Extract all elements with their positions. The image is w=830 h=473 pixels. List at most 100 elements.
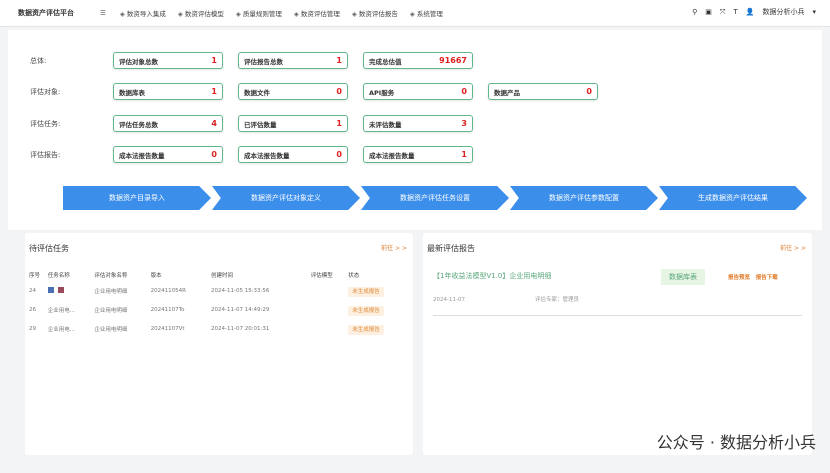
- status-badge: 未生成报告: [348, 305, 384, 316]
- report-expert: 评估专家：管理员: [534, 297, 579, 303]
- stat-label: 数据产品: [494, 88, 520, 97]
- stat-label: API服务: [369, 88, 395, 97]
- manage-icon: ◈: [293, 10, 299, 18]
- table-cell: 26: [29, 306, 36, 313]
- menu-item-6[interactable]: ◈ 系统管理: [410, 8, 443, 18]
- row-label: 评估任务:: [30, 120, 61, 128]
- stat-label: 成本法报告数量: [244, 151, 290, 160]
- menu-item-2[interactable]: ◈ 数资评估模型: [178, 8, 224, 18]
- table-cell: 2024-11-05 15:33:56: [210, 287, 270, 294]
- flow-step[interactable]: 生成数据资产评估结果: [659, 186, 807, 210]
- stat-card[interactable]: 数据文件 0: [238, 83, 348, 100]
- stat-label: 评估报告总数: [244, 57, 283, 66]
- stat-card[interactable]: 成本法报告数量 0: [238, 146, 348, 163]
- table-cell: 2024-11-07 20:01:31: [210, 325, 270, 332]
- table-cell: 企业用电明细: [94, 288, 128, 295]
- column-header: 序号: [29, 273, 41, 279]
- stat-card[interactable]: 未评估数量 3: [363, 115, 473, 132]
- table-cell: [311, 281, 349, 300]
- stat-label: 数据库表: [119, 88, 145, 97]
- stat-value: 1: [211, 87, 217, 96]
- column-header: 评估模型: [310, 273, 333, 279]
- stat-label: 已评估数量: [244, 120, 277, 129]
- table-row[interactable]: 26 企业用电... 企业用电明细 20241107To 2024-11-07 14:4…: [29, 300, 409, 319]
- brand: 数据资产评估平台: [18, 9, 74, 17]
- panel-title: 待评估任务: [29, 244, 69, 253]
- overview: 数据资产目录导入 数据资产评估对象定义 数据资产评估任务设置 数据资产评估参数配置 生成…: [8, 30, 822, 230]
- stat-label: 评估对象总数: [119, 57, 158, 66]
- stat-value: 3: [461, 119, 467, 128]
- menu-item-5[interactable]: ◈ 数资评估报告: [352, 8, 398, 18]
- stat-card[interactable]: 已评估数量 1: [238, 115, 348, 132]
- stat-value: 1: [211, 56, 217, 65]
- table-row[interactable]: 24 企业用电明细 202411054R 2024-11-05 15:33:56 未生成…: [29, 281, 409, 300]
- stat-value: 1: [336, 119, 342, 128]
- menu-item-3[interactable]: ◈ 质量规则管理: [236, 8, 282, 18]
- column-header: 任务名称: [47, 273, 70, 279]
- tasks-table: 序号 任务名称 评估对象名称 版本 创建时间 评估模型 状态 24 企业用电明细 20241105…: [29, 269, 409, 338]
- table-cell: 2024-11-07 14:49:29: [210, 306, 270, 313]
- more-link[interactable]: 前往 > >: [381, 243, 407, 252]
- stat-value: 1: [336, 56, 342, 65]
- stat-value: 0: [336, 150, 342, 159]
- table-cell: 20241107To: [150, 306, 185, 313]
- search-icon[interactable]: ⚲: [692, 8, 697, 16]
- report-preview-link[interactable]: 报告预览: [728, 275, 750, 281]
- table-cell: 企业用电明细: [94, 326, 128, 333]
- stat-card[interactable]: 评估任务总数 4: [113, 115, 223, 132]
- table-cell: 29: [29, 325, 36, 332]
- stat-label: 评估任务总数: [119, 120, 158, 129]
- stat-card[interactable]: 成本法报告数量 1: [363, 146, 473, 163]
- stat-card[interactable]: 数据产品 0: [488, 83, 598, 100]
- report-title[interactable]: 【1年收益法模型V1.0】企业用电明细: [433, 271, 551, 281]
- stat-label: 成本法报告数量: [369, 151, 415, 160]
- table-cell: 24: [29, 287, 36, 294]
- report-download-link[interactable]: 报告下载: [756, 275, 778, 281]
- latest-reports-panel: 最新评估报告 前往 > > 【1年收益法模型V1.0】企业用电明细 数据库表 报…: [423, 233, 812, 455]
- model-icon: ◈: [177, 10, 183, 18]
- column-header: 状态: [348, 273, 360, 279]
- pending-tasks-panel: 待评估任务 前往 > > 序号 任务名称 评估对象名称 版本 创建时间 评估模型 状态 24 企…: [25, 233, 413, 455]
- flow-step[interactable]: 数据资产评估参数配置: [510, 186, 658, 210]
- font-size-icon[interactable]: T: [733, 8, 737, 16]
- flow-step[interactable]: 数据资产评估任务设置: [361, 186, 509, 210]
- chevron-down-icon[interactable]: ▾: [812, 8, 816, 16]
- stat-card[interactable]: 数据库表 1: [113, 83, 223, 100]
- user-name[interactable]: 数据分析小兵: [762, 7, 804, 17]
- stat-card[interactable]: 评估对象总数 1: [113, 52, 223, 69]
- report-tag: 数据库表: [661, 269, 705, 285]
- panel-title: 最新评估报告: [427, 244, 475, 253]
- menu-item-4[interactable]: ◈ 数资评估管理: [294, 8, 340, 18]
- menu-item-0[interactable]: ☰: [100, 9, 108, 17]
- table-row[interactable]: 29 企业用电... 企业用电明细 20241107Vt 2024-11-07 20:0…: [29, 319, 409, 338]
- table-cell: [311, 319, 349, 338]
- report-date: 2024-11-07: [433, 297, 465, 303]
- row-label: 总体:: [30, 57, 47, 65]
- flow-step[interactable]: 数据资产目录导入: [63, 186, 211, 210]
- fullscreen-icon[interactable]: ⤧: [720, 8, 726, 17]
- color-swatch: [47, 286, 54, 293]
- table-cell: 企业用电明细: [94, 307, 128, 314]
- menu-item-1[interactable]: ◈ 数资导入集成: [120, 8, 166, 18]
- stat-value: 0: [586, 87, 592, 96]
- more-link[interactable]: 前往 > >: [780, 243, 806, 252]
- table-cell: 202411054R: [150, 287, 186, 294]
- table-cell: 企业用电...: [47, 307, 76, 314]
- stat-value: 0: [336, 87, 342, 96]
- status-badge: 未生成报告: [348, 324, 384, 335]
- table-cell: 企业用电...: [47, 326, 76, 333]
- color-swatch: [57, 286, 64, 293]
- column-header: 版本: [150, 273, 162, 279]
- stat-card[interactable]: API服务 0: [363, 83, 473, 100]
- stat-label: 数据文件: [244, 88, 270, 97]
- flow-step[interactable]: 数据资产评估对象定义: [212, 186, 360, 210]
- avatar[interactable]: 👤: [746, 8, 755, 16]
- stat-card[interactable]: 成本法报告数量 0: [113, 146, 223, 163]
- stat-card[interactable]: 评估报告总数 1: [238, 52, 348, 69]
- stat-value: 1: [461, 150, 467, 159]
- message-icon[interactable]: ▣: [705, 8, 712, 16]
- stat-label: 成本法报告数量: [119, 151, 165, 160]
- stat-card[interactable]: 完成总估值 91667: [363, 52, 473, 69]
- stat-label: 未评估数量: [369, 120, 402, 129]
- stat-value: 4: [211, 119, 217, 128]
